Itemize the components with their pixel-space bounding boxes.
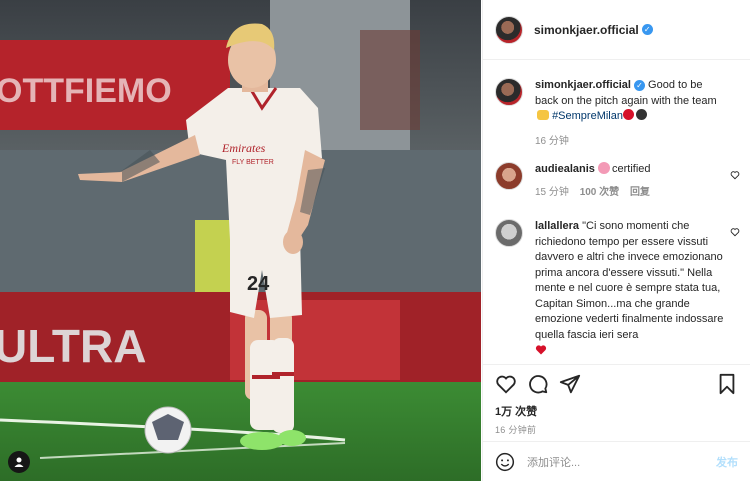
- red-heart-emoji-icon: [535, 345, 547, 355]
- comment-username[interactable]: lallallera: [535, 220, 579, 232]
- board-text: ULTRA: [0, 320, 146, 372]
- reply-button[interactable]: 回复: [630, 187, 650, 198]
- verified-badge-icon: ✓: [641, 24, 653, 35]
- shirt-sub: FLY BETTER: [232, 159, 274, 166]
- like-comment-heart-icon[interactable]: [730, 227, 740, 237]
- caption: simonkjaer.official ✓ Good to be back on …: [495, 78, 740, 149]
- flower-emoji-icon: [597, 162, 610, 174]
- tagged-users-button[interactable]: [8, 451, 30, 473]
- post-image: OTTFIEMO ULTRA 24 Emirates FLY BETTER: [0, 0, 481, 481]
- comments-list[interactable]: simonkjaer.official ✓ Good to be back on …: [483, 61, 750, 364]
- black-circle-emoji-icon: [635, 109, 647, 120]
- post-actions: 1万 次赞 16 分钟前: [483, 364, 750, 437]
- author-username[interactable]: simonkjaer.official: [534, 23, 639, 37]
- caption-time: 16 分钟: [535, 135, 569, 147]
- red-circle-emoji-icon: [622, 109, 634, 120]
- add-comment-input[interactable]: 添加评论...: [527, 454, 716, 470]
- comment-likes[interactable]: 100 次赞: [580, 187, 619, 198]
- banner-text: OTTFIEMO: [0, 72, 172, 110]
- comment-item: lallallera "Ci sono momenti che richiedo…: [495, 219, 740, 360]
- post-side-panel: simonkjaer.official ✓ simonkjaer.officia…: [482, 0, 750, 481]
- person-icon: [14, 457, 24, 467]
- post-comment-button[interactable]: 发布: [716, 454, 738, 470]
- commenter-avatar[interactable]: [495, 162, 523, 190]
- shirt-sponsor: Emirates: [221, 141, 266, 155]
- hashtag-link[interactable]: #SempreMilan: [552, 110, 623, 122]
- shorts-number: 24: [247, 273, 270, 295]
- comment-icon[interactable]: [527, 373, 549, 395]
- author-avatar[interactable]: [495, 15, 523, 44]
- fist-emoji-icon: [537, 110, 549, 120]
- comment-username[interactable]: audiealanis: [535, 163, 595, 175]
- post-photo[interactable]: OTTFIEMO ULTRA 24 Emirates FLY BETTER: [0, 0, 481, 481]
- like-heart-icon[interactable]: [495, 373, 517, 395]
- comment-time: 15 分钟: [535, 186, 569, 198]
- verified-badge-icon: ✓: [633, 80, 645, 91]
- add-comment-bar: 添加评论... 发布: [483, 441, 750, 481]
- emoji-smiley-icon[interactable]: [495, 452, 515, 472]
- commenter-avatar[interactable]: [495, 219, 523, 247]
- likes-count[interactable]: 1万 次赞: [495, 403, 738, 418]
- save-bookmark-icon[interactable]: [716, 373, 738, 395]
- comment-item: audiealanis certified 15 分钟 100 次赞 回复: [495, 162, 740, 200]
- comment-text: "Ci sono momenti che richiedono tempo pe…: [535, 220, 724, 341]
- caption-username[interactable]: simonkjaer.official: [535, 79, 631, 91]
- comment-text: certified: [611, 163, 651, 175]
- like-comment-heart-icon[interactable]: [730, 170, 740, 180]
- football: [144, 406, 192, 454]
- post-timestamp: 16 分钟前: [495, 425, 537, 435]
- caption-avatar[interactable]: [495, 78, 523, 106]
- share-paper-plane-icon[interactable]: [559, 373, 581, 395]
- post-header: simonkjaer.official ✓: [483, 0, 750, 60]
